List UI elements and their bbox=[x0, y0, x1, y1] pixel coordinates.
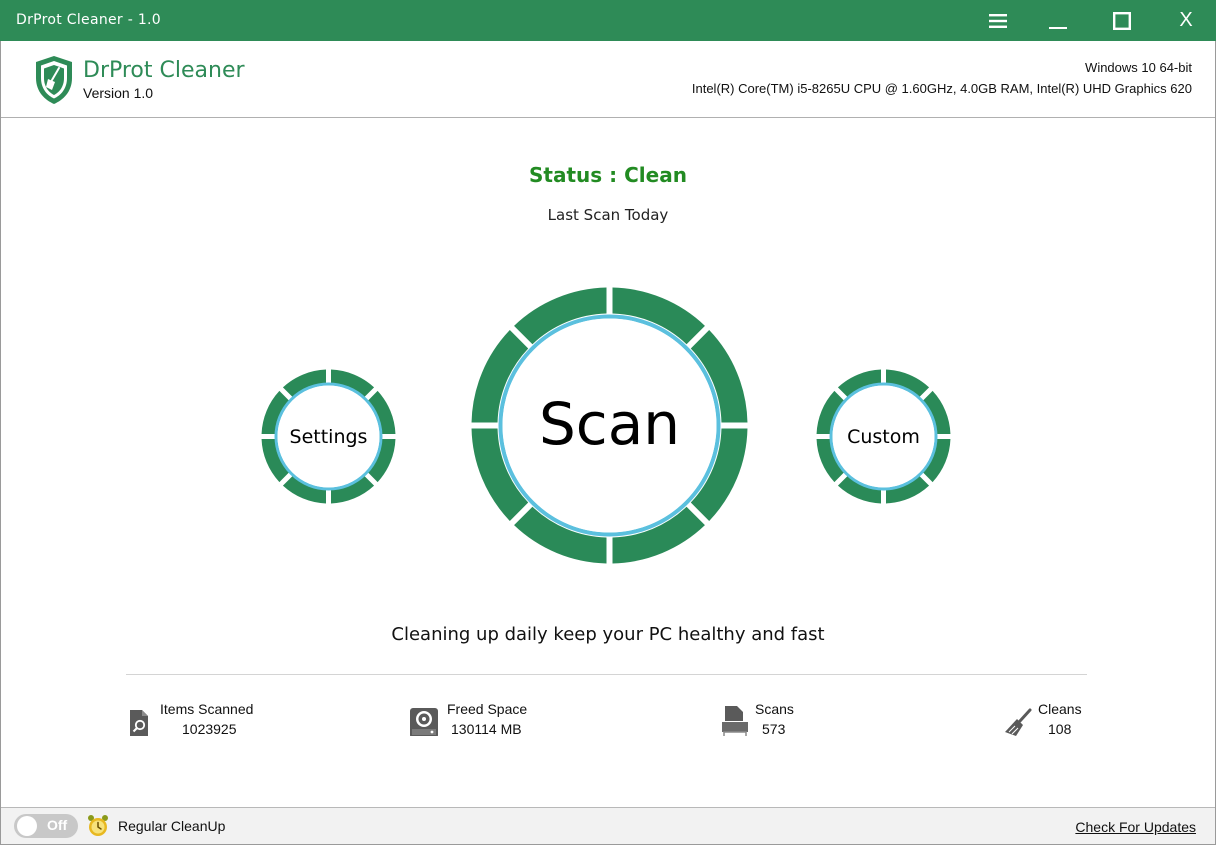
cleans-value: 108 bbox=[1048, 721, 1072, 737]
cleans-label: Cleans bbox=[1038, 701, 1082, 717]
app-header: DrProt Cleaner Version 1.0 Windows 10 64… bbox=[1, 41, 1215, 118]
scans-label: Scans bbox=[755, 701, 794, 717]
system-os: Windows 10 64-bit bbox=[1085, 60, 1192, 75]
minimize-button[interactable] bbox=[1026, 0, 1090, 41]
maximize-button[interactable] bbox=[1090, 0, 1154, 41]
status-text: Status : Clean bbox=[529, 163, 687, 187]
items-scanned-value: 1023925 bbox=[182, 721, 237, 737]
settings-label: Settings bbox=[289, 425, 368, 448]
menu-icon bbox=[989, 13, 1007, 28]
scans-value: 573 bbox=[762, 721, 786, 737]
items-scanned-label: Items Scanned bbox=[160, 701, 254, 717]
close-button[interactable]: X bbox=[1154, 0, 1216, 41]
freed-space-label: Freed Space bbox=[447, 701, 528, 717]
toggle-state-label: Off bbox=[47, 817, 68, 833]
hard-drive-icon bbox=[410, 708, 438, 736]
minimize-icon bbox=[1049, 26, 1067, 29]
app-version: Version 1.0 bbox=[83, 85, 154, 101]
check-updates-link[interactable]: Check For Updates bbox=[1075, 819, 1196, 835]
tagline: Cleaning up daily keep your PC healthy a… bbox=[391, 624, 825, 645]
window-title: DrProt Cleaner - 1.0 bbox=[16, 12, 162, 28]
shield-broom-icon bbox=[36, 56, 72, 104]
stat-items-scanned: Items Scanned 1023925 bbox=[126, 700, 266, 740]
menu-button[interactable] bbox=[966, 0, 1030, 41]
title-bar: DrProt Cleaner - 1.0 X bbox=[0, 0, 1216, 41]
toggle-knob bbox=[17, 816, 37, 836]
settings-button[interactable]: Settings bbox=[259, 367, 398, 506]
stat-cleans: Cleans 108 bbox=[1003, 700, 1093, 740]
scan-label: Scan bbox=[538, 389, 680, 458]
status-bar: Off Regular CleanUp Check For Updates bbox=[1, 807, 1215, 844]
last-scan-text: Last Scan Today bbox=[547, 206, 669, 224]
broom-icon bbox=[1005, 708, 1032, 736]
custom-button[interactable]: Custom bbox=[814, 367, 953, 506]
search-document-icon bbox=[130, 710, 148, 736]
maximize-icon bbox=[1113, 11, 1131, 30]
regular-cleanup-toggle[interactable]: Off bbox=[14, 814, 78, 838]
regular-cleanup-label: Regular CleanUp bbox=[118, 818, 226, 834]
stat-scans: Scans 573 bbox=[720, 700, 800, 740]
alarm-clock-icon bbox=[88, 815, 108, 836]
custom-label: Custom bbox=[847, 425, 920, 448]
freed-space-value: 130114 MB bbox=[451, 721, 522, 737]
stat-freed-space: Freed Space 130114 MB bbox=[408, 700, 538, 740]
scanner-icon bbox=[722, 706, 748, 736]
divider bbox=[126, 674, 1087, 675]
scan-button[interactable]: Scan bbox=[471, 287, 748, 564]
close-icon: X bbox=[1179, 9, 1193, 31]
system-hardware: Intel(R) Core(TM) i5-8265U CPU @ 1.60GHz… bbox=[691, 81, 1192, 96]
app-name: DrProt Cleaner bbox=[83, 58, 245, 83]
